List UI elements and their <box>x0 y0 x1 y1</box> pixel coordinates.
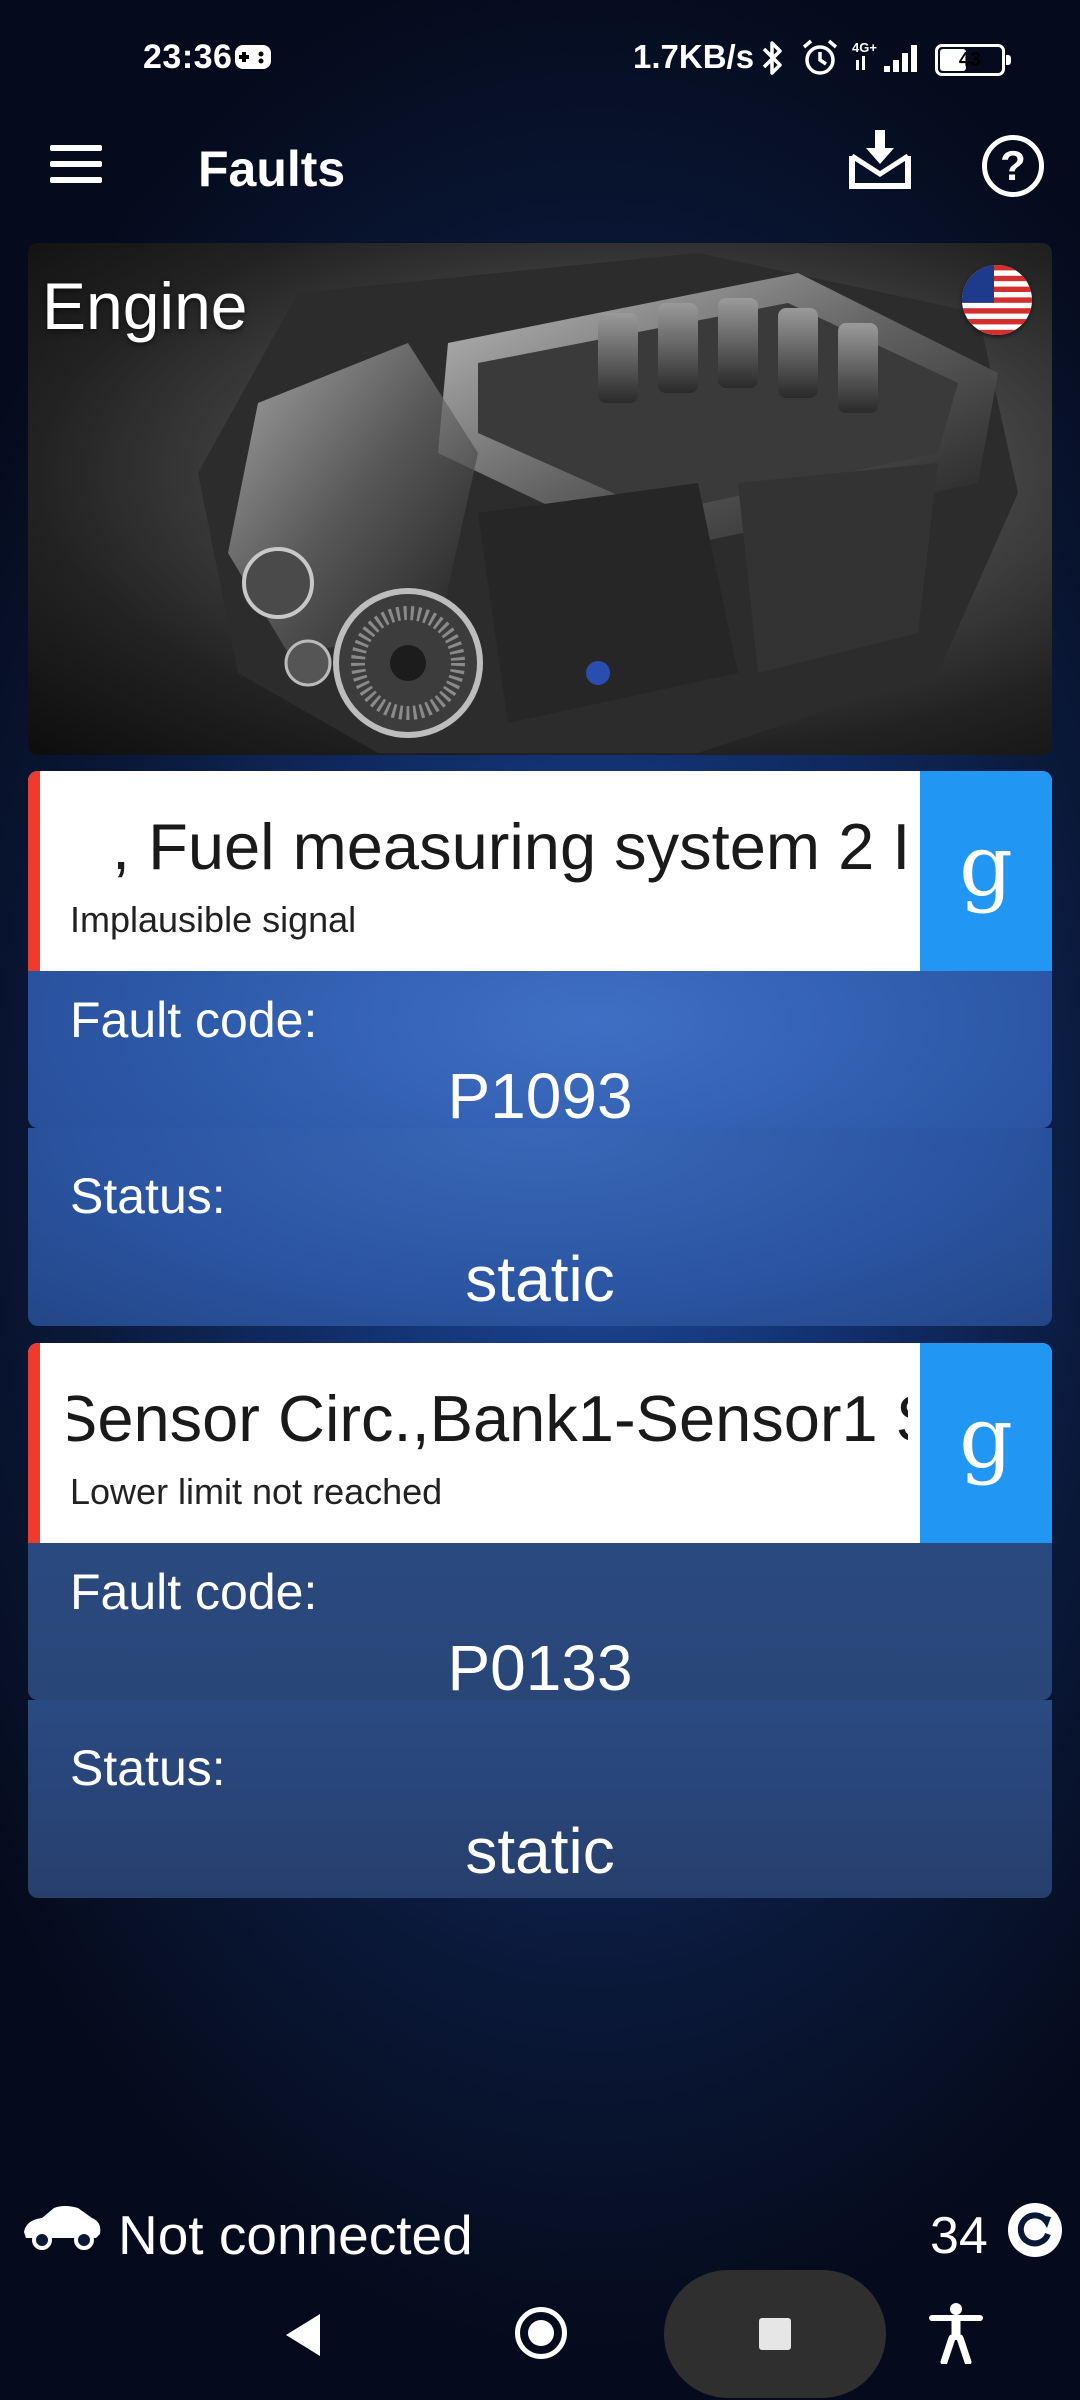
us-flag-icon[interactable] <box>962 265 1032 335</box>
accessibility-icon[interactable] <box>928 2302 984 2364</box>
fault-status: static <box>465 1243 615 1315</box>
google-icon: g <box>959 817 1013 915</box>
google-icon: g <box>959 1389 1013 1487</box>
engine-card: Engine <box>28 243 1052 755</box>
fault-code-label: Fault code: <box>70 992 318 1048</box>
status-bar: 23:36 1.7KB/s 4G+ 43 <box>0 0 1080 120</box>
google-search-button[interactable]: g <box>920 1343 1052 1543</box>
battery-level: 43 <box>958 49 982 71</box>
battery-icon: 43 <box>935 44 1011 76</box>
signal-icon: 4G+ <box>852 40 917 72</box>
fault-name-marquee: , Fuel measuring system 2 I <box>68 809 908 889</box>
nav-back-icon[interactable] <box>280 2310 324 2360</box>
fault-details: Fault code: P1093 <box>28 971 1052 1128</box>
fault-header[interactable]: Sensor Circ.,Bank1-Sensor1 S Lower limit… <box>28 1343 1052 1543</box>
fault-description: Implausible signal <box>70 899 357 940</box>
status-time: 23:36 <box>143 38 233 76</box>
alarm-icon <box>802 39 838 75</box>
fault-code: P1093 <box>447 1060 633 1128</box>
network-speed: 1.7KB/s <box>633 38 755 75</box>
fault-name: , Fuel measuring system 2 I <box>112 810 908 883</box>
fault-status: static <box>465 1815 615 1887</box>
page-title: Faults <box>198 141 346 197</box>
fault-details: Fault code: P0133 <box>28 1543 1052 1700</box>
network-type: 4G+ <box>852 40 877 55</box>
fault-code-label: Fault code: <box>70 1564 318 1620</box>
menu-icon[interactable] <box>50 145 104 185</box>
download-icon[interactable] <box>848 128 912 192</box>
fault-severity-bar <box>28 1343 40 1543</box>
nav-home-icon[interactable] <box>515 2307 567 2359</box>
status-label: Status: <box>70 1168 226 1224</box>
fault-name: Sensor Circ.,Bank1-Sensor1 S <box>68 1382 908 1455</box>
game-controller-icon <box>235 45 271 69</box>
fault-name-marquee: Sensor Circ.,Bank1-Sensor1 S <box>68 1381 908 1461</box>
fault-code: P0133 <box>447 1632 633 1700</box>
car-icon <box>24 2206 101 2250</box>
engine-title: Engine <box>42 269 248 343</box>
google-search-button[interactable]: g <box>920 771 1052 971</box>
fault-severity-bar <box>28 771 40 971</box>
engine-image <box>198 253 1018 753</box>
bluetooth-icon <box>762 41 782 75</box>
help-icon[interactable]: ? <box>982 135 1044 197</box>
fault-counter: 34 <box>930 2207 988 2265</box>
fault-card[interactable]: , Fuel measuring system 2 I Implausible … <box>28 771 1052 1128</box>
status-label: Status: <box>70 1740 226 1796</box>
fault-header[interactable]: , Fuel measuring system 2 I Implausible … <box>28 771 1052 971</box>
fault-card[interactable]: Sensor Circ.,Bank1-Sensor1 S Lower limit… <box>28 1343 1052 1700</box>
nav-recents-icon[interactable] <box>664 2270 886 2398</box>
connection-status: Not connected <box>118 2204 473 2266</box>
fault-description: Lower limit not reached <box>70 1471 443 1512</box>
refresh-icon[interactable] <box>1006 2201 1064 2259</box>
